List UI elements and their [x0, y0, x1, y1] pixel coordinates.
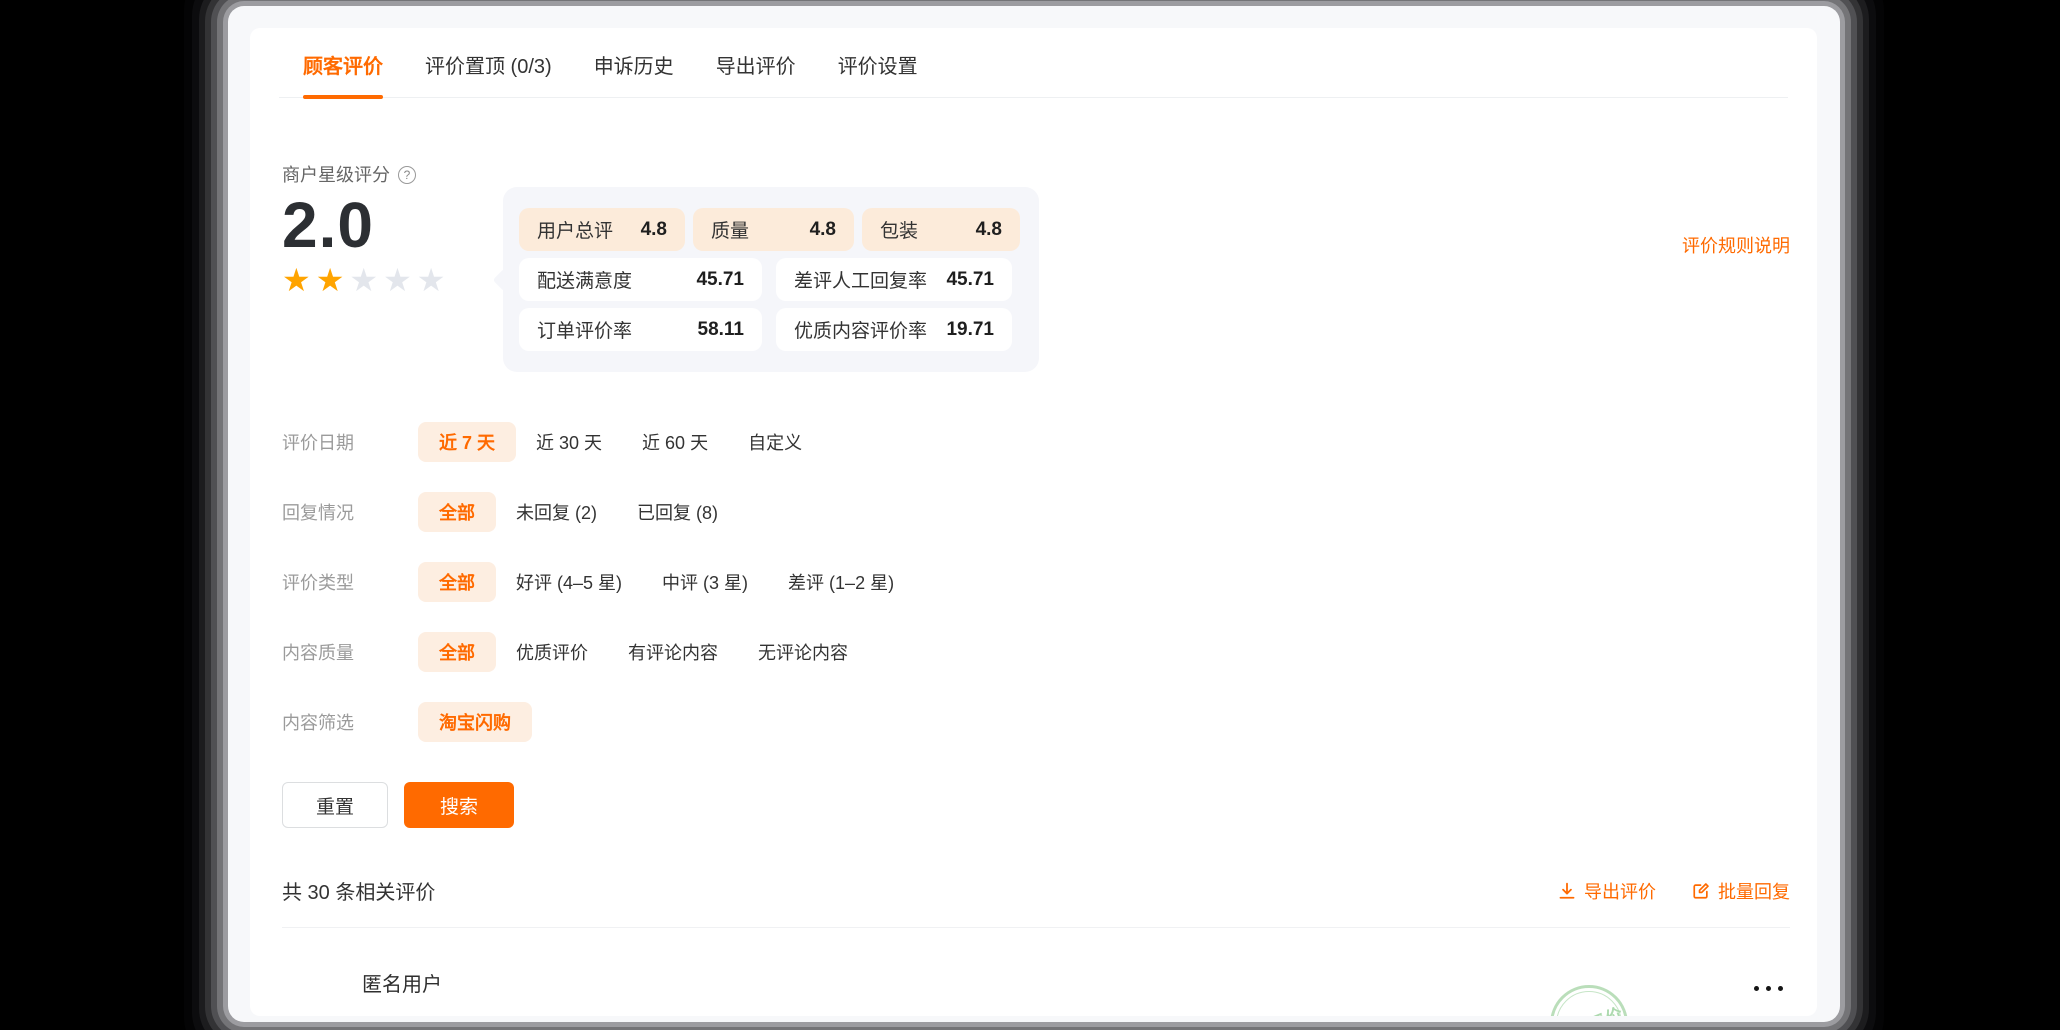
star-icon: ★	[316, 262, 350, 298]
filter-row-date: 评价日期 近 7 天 近 30 天 近 60 天 自定义	[282, 422, 1817, 462]
export-reviews-link[interactable]: 导出评价	[1558, 878, 1656, 904]
filter-option[interactable]: 中评 (3 星)	[662, 569, 748, 595]
filter-option[interactable]: 有评论内容	[628, 639, 718, 665]
star-icon: ★	[282, 262, 316, 298]
score-section: 商户星级评分 ? 2.0 ★★★★★ 用户总评 4.8	[282, 164, 1817, 372]
star-icon: ★	[349, 262, 383, 298]
results-summary: 共 30 条相关评价	[282, 876, 435, 905]
stat-quality: 质量 4.8	[693, 208, 854, 251]
tab-bar: 顾客评价 评价置顶 (0/3) 申诉历史 导出评价 评价设置	[279, 28, 1788, 98]
stats-row: 订单评价率 58.11 优质内容评价率 19.71	[519, 308, 1023, 351]
filter-option[interactable]: 差评 (1–2 星)	[788, 569, 894, 595]
review-management-panel: 顾客评价 评价置顶 (0/3) 申诉历史 导出评价 评价设置 评价规则说明	[250, 28, 1817, 1016]
filter-option[interactable]: 已回复 (8)	[637, 499, 718, 525]
score-stars: ★★★★★	[282, 264, 503, 296]
stat-order-review-rate: 订单评价率 58.11	[519, 308, 762, 351]
batch-reply-link[interactable]: 批量回复	[1692, 878, 1790, 904]
score-label: 商户星级评分	[282, 164, 390, 186]
filter-label: 内容筛选	[282, 709, 418, 735]
tab-label: 顾客评价	[303, 56, 383, 78]
filter-actions: 重置 搜索	[282, 782, 1817, 828]
filter-option[interactable]: 无评论内容	[758, 639, 848, 665]
stats-row: 用户总评 4.8 质量 4.8 包装 4.8	[519, 208, 1023, 251]
page-background: 顾客评价 评价置顶 (0/3) 申诉历史 导出评价 评价设置 评价规则说明	[0, 0, 2060, 1030]
merchant-score: 商户星级评分 ? 2.0 ★★★★★	[282, 164, 503, 296]
stat-packaging: 包装 4.8	[862, 208, 1020, 251]
results-actions: 导出评价 批量回复	[1558, 878, 1790, 904]
filter-chip-selected[interactable]: 全部	[418, 632, 496, 672]
more-options-icon[interactable]	[1754, 980, 1783, 997]
filter-option[interactable]: 优质评价	[516, 639, 588, 665]
filter-label: 评价类型	[282, 569, 418, 595]
score-value: 2.0	[282, 200, 503, 250]
filter-row-content-filter: 内容筛选 淘宝闪购	[282, 702, 1817, 742]
tab-label: 评价置顶 (0/3)	[425, 56, 552, 78]
tab-appeal-history[interactable]: 申诉历史	[594, 50, 674, 97]
tab-export-reviews[interactable]: 导出评价	[716, 50, 796, 97]
filter-chip-selected[interactable]: 全部	[418, 492, 496, 532]
filter-option[interactable]: 近 30 天	[536, 429, 602, 455]
edit-icon	[1692, 882, 1710, 900]
stat-negative-reply-rate: 差评人工回复率 45.71	[776, 258, 1012, 301]
help-icon[interactable]: ?	[398, 166, 416, 184]
active-tab-underline	[303, 95, 383, 99]
star-icon: ★	[383, 262, 417, 298]
rules-link[interactable]: 评价规则说明	[1682, 232, 1790, 258]
filter-option[interactable]: 未回复 (2)	[516, 499, 597, 525]
tab-customer-reviews[interactable]: 顾客评价	[303, 50, 383, 97]
search-button[interactable]: 搜索	[404, 782, 514, 828]
app-window: 顾客评价 评价置顶 (0/3) 申诉历史 导出评价 评价设置 评价规则说明	[228, 6, 1840, 1022]
filter-section: 评价日期 近 7 天 近 30 天 近 60 天 自定义 回复情况 全部 未回复…	[282, 422, 1817, 742]
review-list-item: 匿名用户 ★★★★★ 质量：2 星 ｜ 包装：3 星 优质评价	[282, 928, 1817, 1016]
tab-label: 导出评价	[716, 56, 796, 78]
score-stats-panel: 用户总评 4.8 质量 4.8 包装 4.8	[503, 187, 1039, 372]
filter-option[interactable]: 近 60 天	[642, 429, 708, 455]
filter-option[interactable]: 好评 (4–5 星)	[516, 569, 622, 595]
tab-pinned-reviews[interactable]: 评价置顶 (0/3)	[425, 50, 552, 97]
tab-label: 评价设置	[838, 56, 918, 78]
filter-row-content-quality: 内容质量 全部 优质评价 有评论内容 无评论内容	[282, 632, 1817, 672]
reset-button[interactable]: 重置	[282, 782, 388, 828]
tab-review-settings[interactable]: 评价设置	[838, 50, 918, 97]
main-content: 评价规则说明 商户星级评分 ? 2.0 ★★★★★	[250, 164, 1817, 1016]
filter-row-reply-status: 回复情况 全部 未回复 (2) 已回复 (8)	[282, 492, 1817, 532]
stat-user-overall: 用户总评 4.8	[519, 208, 685, 251]
filter-option[interactable]: 自定义	[748, 429, 802, 455]
filter-label: 回复情况	[282, 499, 418, 525]
filter-chip-selected[interactable]: 全部	[418, 562, 496, 602]
stat-quality-content-rate: 优质内容评价率 19.71	[776, 308, 1012, 351]
star-icon: ★	[417, 262, 451, 298]
download-icon	[1558, 882, 1576, 900]
filter-label: 评价日期	[282, 429, 418, 455]
stats-row: 配送满意度 45.71 差评人工回复率 45.71	[519, 258, 1023, 301]
stat-delivery-satisfaction: 配送满意度 45.71	[519, 258, 762, 301]
tab-label: 申诉历史	[594, 56, 674, 78]
filter-label: 内容质量	[282, 639, 418, 665]
filter-chip-selected[interactable]: 近 7 天	[418, 422, 516, 462]
results-header: 共 30 条相关评价 导出评价	[282, 876, 1790, 928]
filter-chip-selected[interactable]: 淘宝闪购	[418, 702, 532, 742]
filter-row-review-type: 评价类型 全部 好评 (4–5 星) 中评 (3 星) 差评 (1–2 星)	[282, 562, 1817, 602]
